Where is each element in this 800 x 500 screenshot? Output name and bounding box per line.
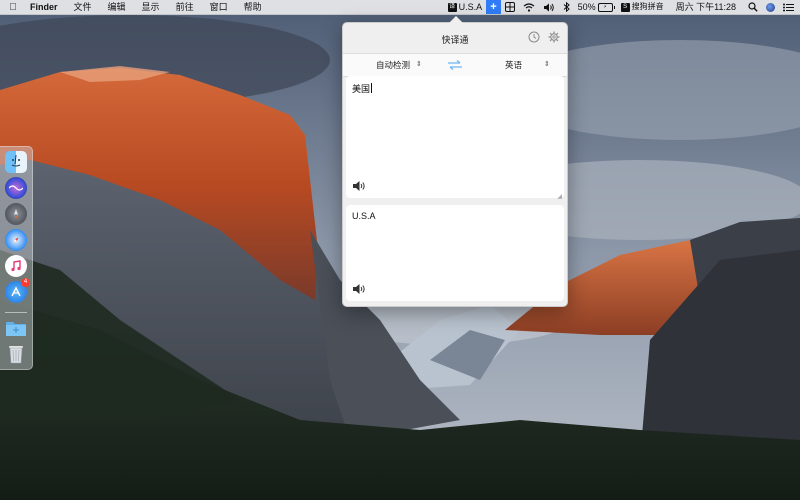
speaker-icon[interactable]: [352, 180, 366, 192]
safari-icon[interactable]: [5, 229, 27, 251]
chevron-updown-icon: ⇕: [416, 61, 422, 68]
translator-status-item[interactable]: 译 U.S.A: [444, 0, 487, 14]
ime-label: 搜狗拼音: [631, 2, 664, 11]
translator-app-icon: 译: [447, 2, 457, 12]
itunes-icon[interactable]: [5, 255, 27, 277]
result-text: U.S.A: [352, 211, 376, 221]
translator-status-text: U.S.A: [458, 2, 483, 12]
bluetooth-icon: [563, 2, 570, 12]
target-language-label: 英语: [505, 60, 523, 70]
bluetooth-status-item[interactable]: [559, 0, 574, 14]
menu-view[interactable]: 显示: [134, 0, 168, 14]
language-bar: 自动检测 ⇕ 英语 ⇕: [343, 53, 567, 77]
translator-popover: 快译通 自动检测 ⇕ 英语 ⇕ 美国 ◢ U.S.A: [342, 16, 568, 307]
avatar-icon: [766, 2, 775, 12]
source-text-input[interactable]: 美国: [352, 82, 373, 95]
wifi-icon: [523, 2, 534, 12]
spotlight-status-item[interactable]: [744, 0, 762, 14]
trash-icon[interactable]: [5, 343, 27, 365]
swap-languages-icon[interactable]: [447, 59, 463, 71]
app-store-badge: 4: [21, 278, 30, 287]
folder-icon[interactable]: [5, 317, 27, 339]
finder-icon[interactable]: [5, 151, 27, 173]
menu-app-name[interactable]: Finder: [26, 0, 66, 14]
gear-icon[interactable]: [548, 31, 560, 43]
list-icon: [783, 3, 794, 11]
result-text-panel: U.S.A: [346, 205, 564, 301]
search-icon: [748, 2, 758, 12]
text-caret: [371, 83, 373, 93]
siri-icon[interactable]: [5, 177, 27, 199]
ime-icon: S: [620, 2, 630, 12]
source-text-value: 美国: [352, 84, 371, 94]
volume-status-item[interactable]: [539, 0, 559, 14]
menu-go[interactable]: 前往: [168, 0, 202, 14]
menu-help[interactable]: 帮助: [236, 0, 270, 14]
source-language-select[interactable]: 自动检测 ⇕: [376, 54, 440, 76]
battery-status-item[interactable]: 50% ⚡: [574, 0, 617, 14]
dock: 4: [0, 146, 33, 370]
battery-icon: ⚡: [597, 2, 615, 12]
wifi-status-item[interactable]: [519, 0, 539, 14]
volume-icon: [543, 3, 554, 11]
clock-status-item[interactable]: 周六 下午11:28: [668, 0, 744, 14]
menu-bar:  Finder 文件 编辑 显示 前往 窗口 帮助 译 U.S.A + 50%…: [0, 0, 800, 15]
notification-center-item[interactable]: [779, 0, 800, 14]
plus-status-item[interactable]: +: [486, 0, 501, 14]
resize-handle[interactable]: ◢: [557, 193, 562, 200]
user-status-item[interactable]: [762, 0, 779, 14]
app-store-icon[interactable]: 4: [5, 278, 30, 303]
launchpad-icon[interactable]: [5, 203, 27, 225]
source-language-label: 自动检测: [376, 60, 411, 70]
grid-status-item[interactable]: [501, 0, 519, 14]
ime-status-item[interactable]: S 搜狗拼音: [617, 0, 668, 14]
dock-separator: [5, 312, 27, 313]
speaker-icon[interactable]: [352, 283, 366, 295]
history-icon[interactable]: [528, 31, 540, 43]
battery-percent: 50%: [577, 2, 596, 12]
apple-menu-icon[interactable]: : [0, 2, 26, 13]
popover-arrow: [449, 16, 463, 23]
grid-app-icon: [504, 2, 515, 12]
plus-icon: +: [490, 1, 497, 13]
menu-edit[interactable]: 编辑: [100, 0, 134, 14]
chevron-updown-icon: ⇕: [544, 61, 550, 68]
target-language-select[interactable]: 英语 ⇕: [505, 54, 563, 76]
clock-text: 周六 下午11:28: [675, 2, 736, 12]
source-text-panel[interactable]: 美国 ◢: [346, 76, 564, 200]
menu-file[interactable]: 文件: [66, 0, 100, 14]
menu-window[interactable]: 窗口: [202, 0, 236, 14]
